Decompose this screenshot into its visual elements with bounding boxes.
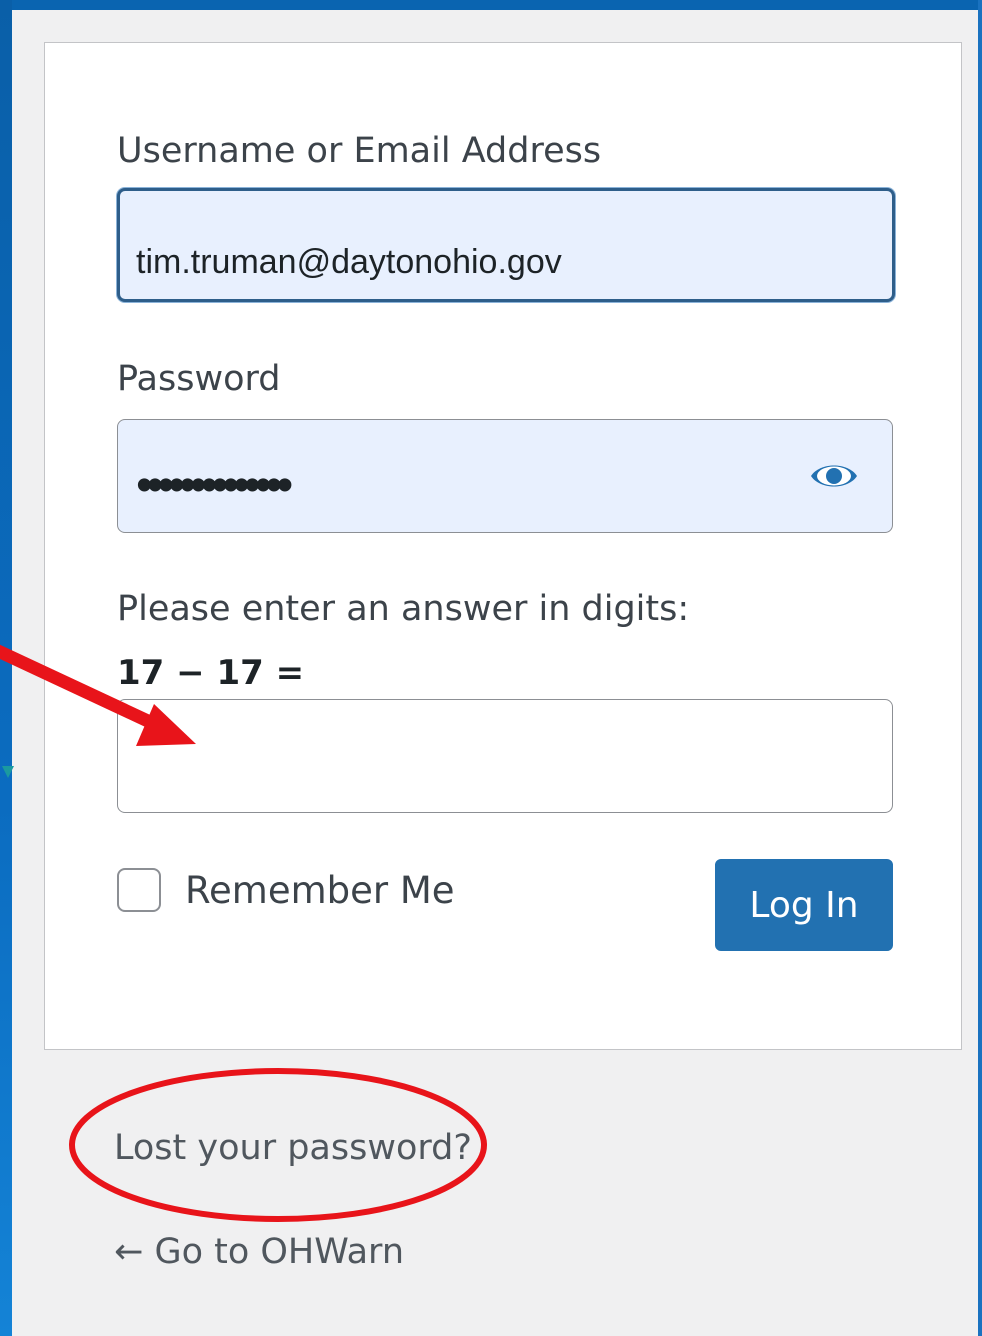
username-value: tim.truman@daytonohio.gov xyxy=(136,243,562,281)
log-in-button[interactable]: Log In xyxy=(715,859,893,951)
eye-icon[interactable] xyxy=(808,456,860,496)
password-label: Password xyxy=(117,359,281,399)
login-form: Username or Email Address tim.truman@day… xyxy=(44,42,962,1050)
username-label: Username or Email Address xyxy=(117,131,602,171)
captcha-label: Please enter an answer in digits: xyxy=(117,589,690,629)
lost-password-link[interactable]: Lost your password? xyxy=(114,1128,472,1168)
window-right-edge xyxy=(978,0,982,1336)
remember-me-label[interactable]: Remember Me xyxy=(185,869,455,912)
password-input[interactable]: •••••••••••••• xyxy=(117,419,893,533)
username-input[interactable]: tim.truman@daytonohio.gov xyxy=(117,188,895,302)
window-top-edge xyxy=(0,0,982,10)
edge-marker xyxy=(2,766,14,778)
back-to-site-link[interactable]: ← Go to OHWarn xyxy=(114,1232,404,1272)
captcha-question: 17 − 17 = xyxy=(117,653,305,693)
captcha-answer-input[interactable] xyxy=(117,699,893,813)
window-left-edge xyxy=(0,0,12,1336)
password-masked-value: •••••••••••••• xyxy=(136,459,293,512)
remember-me-checkbox[interactable] xyxy=(117,868,161,912)
